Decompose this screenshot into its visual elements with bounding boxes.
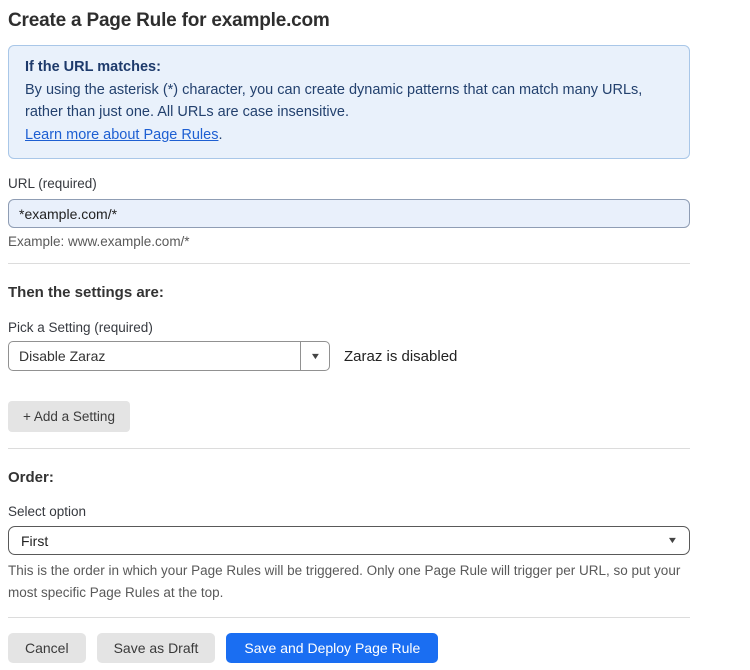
divider <box>8 263 690 264</box>
page-title: Create a Page Rule for example.com <box>8 10 690 32</box>
divider <box>8 617 690 618</box>
chevron-down-icon: ▼ <box>309 352 321 361</box>
url-example-helper: Example: www.example.com/* <box>8 234 690 249</box>
page-rule-form: Create a Page Rule for example.com If th… <box>8 0 690 663</box>
info-box-link-line: Learn more about Page Rules. <box>25 124 673 147</box>
setting-picker-row: Disable Zaraz ▼ Zaraz is disabled <box>8 341 690 371</box>
info-box-body: By using the asterisk (*) character, you… <box>25 79 673 124</box>
setting-status-text: Zaraz is disabled <box>344 348 457 365</box>
order-section-heading: Order: <box>8 469 690 486</box>
url-match-info-box: If the URL matches: By using the asteris… <box>8 45 690 159</box>
setting-select-arrow-button[interactable]: ▼ <box>300 342 329 370</box>
setting-picker-label: Pick a Setting (required) <box>8 320 690 335</box>
settings-section-heading: Then the settings are: <box>8 284 690 301</box>
link-period: . <box>218 127 222 143</box>
setting-select-value: Disable Zaraz <box>9 342 300 370</box>
save-and-deploy-button[interactable]: Save and Deploy Page Rule <box>226 633 438 663</box>
divider <box>8 448 690 449</box>
action-button-row: Cancel Save as Draft Save and Deploy Pag… <box>8 633 690 663</box>
add-setting-button[interactable]: + Add a Setting <box>8 401 130 432</box>
save-as-draft-button[interactable]: Save as Draft <box>97 633 216 663</box>
learn-more-link[interactable]: Learn more about Page Rules <box>25 127 218 143</box>
order-select[interactable]: First ▼ <box>8 526 690 555</box>
setting-select[interactable]: Disable Zaraz ▼ <box>8 341 330 371</box>
info-box-heading: If the URL matches: <box>25 56 673 79</box>
order-select-label: Select option <box>8 504 690 519</box>
order-helper-text: This is the order in which your Page Rul… <box>8 560 690 604</box>
url-input[interactable] <box>8 199 690 228</box>
order-select-value: First <box>21 533 48 549</box>
chevron-down-icon: ▼ <box>667 536 679 545</box>
cancel-button[interactable]: Cancel <box>8 633 86 663</box>
url-field-label: URL (required) <box>8 176 690 191</box>
